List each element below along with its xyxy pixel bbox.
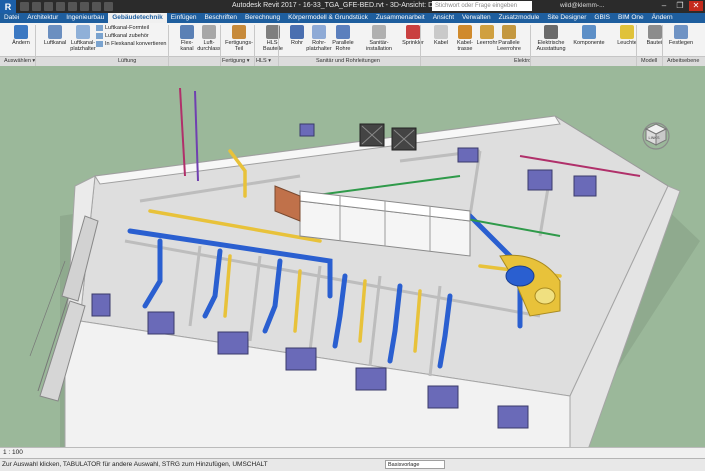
ribbon-button-label: Elektrische Ausstattung xyxy=(536,40,566,52)
ribbon-button-label: Fertigungs- Teil xyxy=(225,40,253,52)
tab-10[interactable]: Verwalten xyxy=(458,13,495,23)
ribbon-button-label: Bauteil xyxy=(646,40,664,46)
save-icon[interactable] xyxy=(32,2,41,11)
tab-3[interactable]: Gebäudetechnik xyxy=(108,13,167,23)
undo-icon[interactable] xyxy=(44,2,53,11)
ribbon-icon-16 xyxy=(544,25,558,39)
window-title: Autodesk Revit 2017 - 16-33_TGA_GFE-BED.… xyxy=(232,2,464,9)
title-bar: R Autodesk Revit 2017 - 16-33_TGA_GFE-BE… xyxy=(0,0,705,13)
tab-5[interactable]: Beschriften xyxy=(200,13,241,23)
view-cube-label: LINKS xyxy=(649,136,660,140)
tab-7[interactable]: Körpermodell & Grundstück xyxy=(284,13,372,23)
ribbon-button-label: Luftkanal- platzhalter xyxy=(70,40,96,52)
ribbon-button-2[interactable]: Luftkanal- platzhalter xyxy=(66,25,100,52)
ribbon-button-label: Luftkanal xyxy=(43,40,67,46)
ribbon-icon-15 xyxy=(502,25,516,39)
ribbon-button-17[interactable]: Komponente xyxy=(572,25,606,46)
duct-accessory-command[interactable]: Luftkanal zubehör xyxy=(96,33,149,39)
user-account[interactable]: wild@klemm-... xyxy=(560,2,605,9)
ribbon-icon-17 xyxy=(582,25,596,39)
measure-icon[interactable] xyxy=(80,2,89,11)
ribbon-button-20[interactable]: Festlegen xyxy=(664,25,698,46)
3d-viewport[interactable]: LINKS xyxy=(0,66,705,458)
ribbon-icon-1 xyxy=(48,25,62,39)
ribbon-button-label: Kabel xyxy=(433,40,449,46)
panel-select[interactable]: Auswählen ▾ xyxy=(4,58,35,64)
tab-8[interactable]: Zusammenarbeit xyxy=(372,13,429,23)
ribbon-button-label: Komponente xyxy=(573,40,605,46)
tab-1[interactable]: Architektur xyxy=(23,13,62,23)
ribbon-button-label: Parallele Rohre xyxy=(332,40,354,52)
ribbon-button-label: Luft- durchlass xyxy=(197,40,221,52)
status-bar: Zur Auswahl klicken, TABULATOR für ander… xyxy=(0,458,705,471)
ribbon-icon-20 xyxy=(674,25,688,39)
ribbon-icon-9 xyxy=(336,25,350,39)
workset-field[interactable]: Basisvorlage xyxy=(385,460,445,469)
3d-view-icon[interactable] xyxy=(104,2,113,11)
open-icon[interactable] xyxy=(20,2,29,11)
panel-hvac[interactable]: HLS ▾ xyxy=(256,58,271,64)
scale-selector[interactable]: 1 : 100 xyxy=(3,449,23,456)
ribbon-button-label: Festlegen xyxy=(668,40,694,46)
ribbon-icon-19 xyxy=(648,25,662,39)
close-button[interactable]: ✕ xyxy=(689,1,703,11)
tab-11[interactable]: Zusatzmodule xyxy=(495,13,544,23)
quick-access-toolbar xyxy=(20,2,113,11)
ribbon-icon-5 xyxy=(232,25,246,39)
tab-0[interactable]: Datei xyxy=(0,13,23,23)
ribbon-icon-18 xyxy=(620,25,634,39)
revit-logo[interactable]: R xyxy=(0,0,16,13)
panel-electrical: Elektro xyxy=(514,58,532,64)
maximize-button[interactable]: ❐ xyxy=(673,1,687,11)
ribbon-button-label: Parallele Leerrohre xyxy=(497,40,521,52)
ribbon-icon-10 xyxy=(372,25,386,39)
print-icon[interactable] xyxy=(68,2,77,11)
ribbon-button-label: Sanitär- installation xyxy=(366,40,392,52)
ribbon-button-label: Ändern xyxy=(12,40,30,46)
tab-15[interactable]: Ändern xyxy=(648,13,677,23)
ribbon-icon-4 xyxy=(202,25,216,39)
tab-9[interactable]: Ansicht xyxy=(429,13,458,23)
redo-icon[interactable] xyxy=(56,2,65,11)
panel-plumbing: Sanitär und Rohrleitungen xyxy=(316,58,380,64)
ribbon-icon-0 xyxy=(14,25,28,39)
view-cube[interactable]: LINKS xyxy=(640,118,672,150)
panel-fabrication[interactable]: Fertigung ▾ xyxy=(222,58,250,64)
ribbon-button-10[interactable]: Sanitär- installation xyxy=(362,25,396,52)
ribbon-button-15[interactable]: Parallele Leerrohre xyxy=(492,25,526,52)
panel-ventilation: Lüftung xyxy=(118,58,137,64)
ribbon-icon-8 xyxy=(312,25,326,39)
ribbon-button-9[interactable]: Parallele Rohre xyxy=(326,25,360,52)
search-input[interactable]: Stichwort oder Frage eingeben xyxy=(432,1,532,11)
text-icon[interactable] xyxy=(92,2,101,11)
tab-2[interactable]: Ingenieurbau xyxy=(62,13,108,23)
tab-4[interactable]: Einfügen xyxy=(167,13,201,23)
minimize-button[interactable]: – xyxy=(657,1,671,11)
ribbon-button-16[interactable]: Elektrische Ausstattung xyxy=(534,25,568,52)
ribbon-button-0[interactable]: Ändern xyxy=(4,25,38,46)
tab-14[interactable]: BIM One xyxy=(614,13,648,23)
ribbon: Luftkanal-Formteil Luftkanal zubehör In … xyxy=(0,23,705,77)
ribbon-button-label: Leuchte xyxy=(617,40,637,46)
convert-flex-command[interactable]: In Flexkanal konvertieren xyxy=(96,41,166,47)
duct-fitting-command[interactable]: Luftkanal-Formteil xyxy=(96,25,149,31)
building-model[interactable] xyxy=(0,66,705,458)
window-controls: – ❐ ✕ xyxy=(657,1,703,11)
ribbon-icon-11 xyxy=(406,25,420,39)
status-text: Zur Auswahl klicken, TABULATOR für ander… xyxy=(2,461,268,468)
tab-6[interactable]: Berechnung xyxy=(241,13,284,23)
panel-work-plane: Arbeitsebene xyxy=(667,58,700,64)
ribbon-button-5[interactable]: Fertigungs- Teil xyxy=(222,25,256,52)
ribbon-icon-2 xyxy=(76,25,90,39)
panel-model: Modell xyxy=(641,58,658,64)
ribbon-icon-12 xyxy=(434,25,448,39)
tab-12[interactable]: Site Designer xyxy=(543,13,590,23)
tab-13[interactable]: GBIS xyxy=(590,13,614,23)
ribbon-tabs: Datei Architektur Ingenieurbau Gebäudetechn… xyxy=(0,13,705,23)
